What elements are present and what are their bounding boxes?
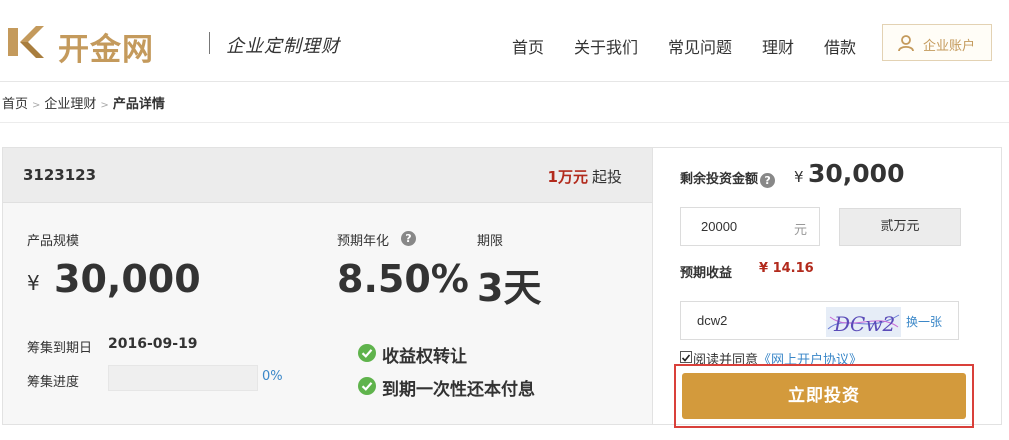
- progress-label: 筹集进度: [27, 375, 80, 390]
- help-icon[interactable]: ?: [401, 231, 416, 246]
- user-icon: [898, 35, 914, 52]
- captcha-image-text: DCw2: [833, 312, 895, 336]
- help-icon[interactable]: ?: [760, 173, 776, 188]
- breadcrumb-corporate-finance[interactable]: 企业理财: [44, 93, 96, 112]
- product-header: 3123123 1万元 起投: [3, 148, 652, 203]
- agreement-checkbox[interactable]: [680, 351, 692, 363]
- min-investment-suffix: 起投: [591, 168, 622, 186]
- scale-value: 30,000: [54, 257, 201, 301]
- captcha-input[interactable]: [681, 302, 821, 339]
- remaining-amount-value: 30,000: [808, 159, 905, 188]
- amount-field[interactable]: 元: [680, 207, 820, 246]
- logo-text: 开金网: [58, 32, 154, 68]
- min-investment: 1万元 起投: [548, 166, 622, 187]
- breadcrumb-separator: >: [32, 100, 41, 111]
- product-summary-panel: 3123123 1万元 起投 产品规模 ¥ 30,000 预期年化 ? 8.50%…: [2, 147, 653, 425]
- rate-label: 预期年化: [337, 234, 390, 249]
- corporate-account-button[interactable]: 企业账户: [882, 24, 992, 61]
- breadcrumb-current: 产品详情: [112, 97, 165, 112]
- check-circle-icon: [358, 344, 376, 362]
- logo-mark-icon: [8, 26, 44, 58]
- nav-item-about[interactable]: 关于我们: [574, 34, 638, 58]
- nav-item-faq[interactable]: 常见问题: [668, 34, 732, 58]
- breadcrumb-home[interactable]: 首页: [2, 93, 28, 112]
- term-label: 期限: [477, 234, 504, 249]
- feature-repayment: 到期一次性还本付息: [382, 380, 535, 400]
- nav-item-invest[interactable]: 理财: [762, 34, 794, 58]
- feature-transfer: 收益权转让: [382, 347, 467, 367]
- remaining-amount-label-text: 剩余投资金额: [680, 172, 759, 187]
- remaining-amount-label: 剩余投资金额?: [680, 168, 776, 188]
- amount-unit: 元: [793, 223, 807, 238]
- expected-return-label: 预期收益: [680, 266, 733, 281]
- deadline-label: 筹集到期日: [27, 341, 93, 356]
- currency-symbol: ¥: [27, 271, 40, 295]
- deadline-value: 2016-09-19: [108, 336, 198, 352]
- check-circle-icon: [358, 377, 376, 395]
- product-name: 3123123: [23, 166, 97, 184]
- site-logo[interactable]: 开金网: [6, 22, 196, 68]
- invest-now-button[interactable]: 立即投资: [682, 373, 966, 419]
- remaining-currency: ¥: [794, 168, 804, 186]
- rate-value: 8.50%: [337, 257, 469, 301]
- breadcrumb: 首页 > 企业理财 > 产品详情: [2, 93, 165, 112]
- expected-return-value: ¥ 14.16: [759, 261, 814, 276]
- nav-item-loan[interactable]: 借款: [824, 34, 856, 58]
- min-investment-amount: 1万元: [547, 168, 588, 186]
- divider: [0, 122, 1009, 123]
- amount-input[interactable]: [681, 208, 791, 245]
- corporate-account-label: 企业账户: [923, 39, 976, 54]
- captcha-field[interactable]: DCw2 换一张: [680, 301, 959, 340]
- captcha-refresh-link[interactable]: 换一张: [906, 313, 942, 330]
- breadcrumb-separator: >: [100, 100, 109, 111]
- amount-in-words: 贰万元: [839, 208, 961, 246]
- site-header: 开金网 企业定制理财 首页 关于我们 常见问题 理财 借款 企业账户: [0, 0, 1009, 82]
- nav-item-home[interactable]: 首页: [512, 34, 544, 58]
- scale-label: 产品规模: [27, 234, 80, 249]
- funding-progress-bar: [108, 365, 258, 391]
- slogan: 企业定制理财: [226, 36, 340, 57]
- funding-progress-text: 0%: [262, 369, 283, 384]
- logo-divider: [209, 32, 210, 54]
- term-value: 3天: [477, 266, 542, 310]
- captcha-image[interactable]: DCw2: [826, 307, 901, 337]
